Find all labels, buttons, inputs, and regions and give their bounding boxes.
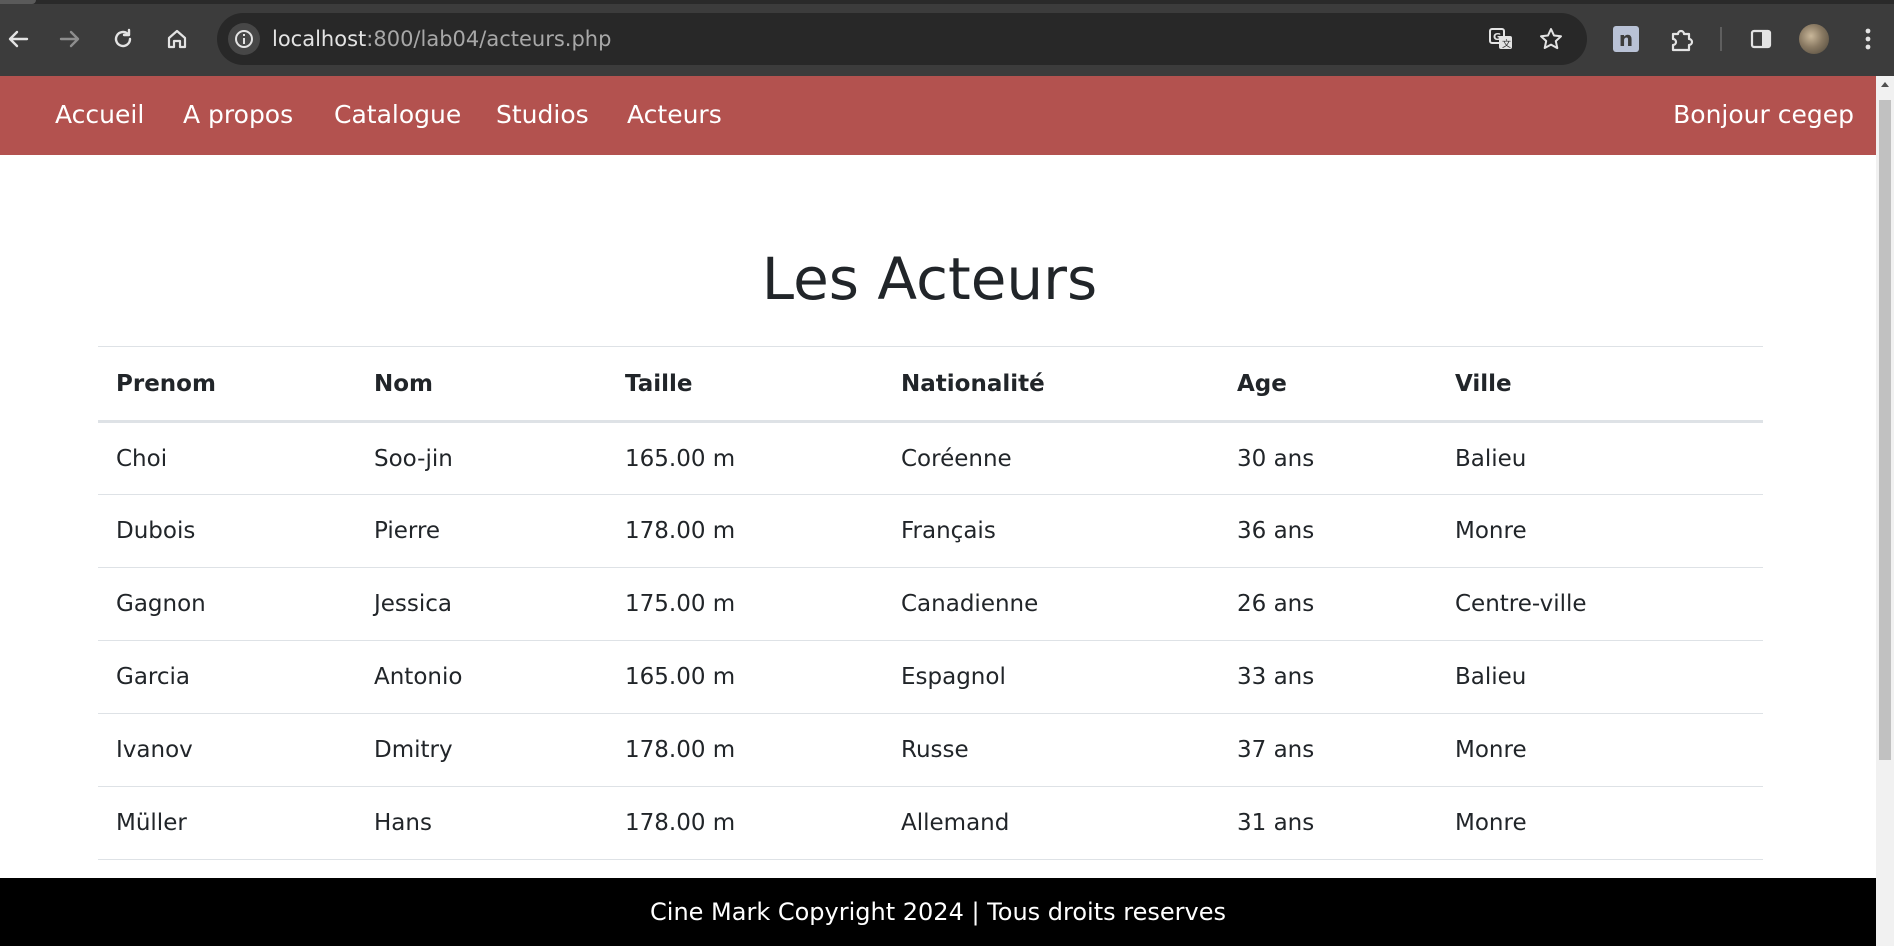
table-row: Garcia Antonio 165.00 m Espagnol 33 ans … [98, 640, 1763, 714]
address-bar[interactable]: localhost:800/lab04/acteurs.php G文 [217, 13, 1587, 65]
cell-taille: 178.00 m [607, 713, 883, 787]
actors-table: Prenom Nom Taille Nationalité Age Ville … [98, 346, 1763, 860]
cell-nationalite: Espagnol [883, 640, 1219, 714]
site-footer: Cine Mark Copyright 2024 | Tous droits r… [0, 878, 1876, 946]
column-header-ville: Ville [1437, 346, 1763, 423]
cell-taille: 178.00 m [607, 786, 883, 860]
cell-taille: 178.00 m [607, 494, 883, 568]
column-header-prenom: Prenom [98, 346, 356, 423]
cell-taille: 165.00 m [607, 640, 883, 714]
url-path: :800/lab04/acteurs.php [366, 27, 612, 51]
cell-nationalite: Allemand [883, 786, 1219, 860]
page-title: Les Acteurs [761, 245, 1098, 313]
table-row: Gagnon Jessica 175.00 m Canadienne 26 an… [98, 567, 1763, 641]
nav-link-studios[interactable]: Studios [496, 100, 589, 130]
browser-toolbar: localhost:800/lab04/acteurs.php G文 n [0, 0, 1894, 76]
column-header-age: Age [1219, 346, 1437, 423]
cell-nom: Soo-jin [356, 421, 607, 495]
tab-strip [0, 0, 1894, 4]
avatar [1799, 24, 1829, 54]
cell-prenom: Ivanov [98, 713, 356, 787]
home-icon[interactable] [159, 21, 195, 57]
cell-nom: Hans [356, 786, 607, 860]
more-menu-icon[interactable] [1852, 21, 1884, 57]
active-tab[interactable] [0, 0, 36, 4]
bookmark-star-icon[interactable] [1537, 25, 1565, 53]
nav-link-accueil[interactable]: Accueil [55, 100, 144, 130]
cell-nom: Pierre [356, 494, 607, 568]
cell-nationalite: Russe [883, 713, 1219, 787]
extensions-puzzle-icon[interactable] [1664, 21, 1700, 57]
cell-age: 33 ans [1219, 640, 1437, 714]
site-navbar: Accueil A propos Catalogue Studios Acteu… [0, 76, 1876, 155]
cell-ville: Balieu [1437, 421, 1763, 495]
extension-n-icon[interactable]: n [1608, 21, 1644, 57]
cell-age: 26 ans [1219, 567, 1437, 641]
table-header-row: Prenom Nom Taille Nationalité Age Ville [98, 346, 1763, 423]
cell-ville: Monre [1437, 786, 1763, 860]
cell-taille: 175.00 m [607, 567, 883, 641]
cell-ville: Monre [1437, 713, 1763, 787]
cell-ville: Monre [1437, 494, 1763, 568]
cell-nationalite: Canadienne [883, 567, 1219, 641]
extension-n-label: n [1613, 26, 1639, 52]
reload-icon[interactable] [105, 21, 141, 57]
nav-link-acteurs[interactable]: Acteurs [627, 100, 722, 130]
footer-copyright-text: Cine Mark Copyright 2024 | Tous droits r… [650, 898, 1226, 926]
site-info-icon[interactable] [228, 23, 260, 55]
side-panel-icon[interactable] [1743, 21, 1779, 57]
cell-prenom: Gagnon [98, 567, 356, 641]
cell-ville: Balieu [1437, 640, 1763, 714]
nav-link-a-propos[interactable]: A propos [183, 100, 293, 130]
url-host: localhost [272, 27, 367, 51]
cell-prenom: Müller [98, 786, 356, 860]
cell-nom: Dmitry [356, 713, 607, 787]
column-header-nationalite: Nationalité [883, 346, 1219, 423]
url-text[interactable]: localhost:800/lab04/acteurs.php [272, 26, 611, 52]
svg-text:文: 文 [1502, 38, 1511, 50]
page-viewport: Accueil A propos Catalogue Studios Acteu… [0, 76, 1876, 946]
cell-age: 31 ans [1219, 786, 1437, 860]
back-arrow-icon[interactable] [0, 21, 36, 57]
toolbar-separator [1720, 27, 1722, 51]
column-header-taille: Taille [607, 346, 883, 423]
forward-arrow-icon[interactable] [52, 21, 88, 57]
cell-prenom: Dubois [98, 494, 356, 568]
table-row: Ivanov Dmitry 178.00 m Russe 37 ans Monr… [98, 713, 1763, 787]
user-greeting-link[interactable]: Bonjour cegep [1673, 100, 1854, 130]
cell-nationalite: Français [883, 494, 1219, 568]
nav-link-catalogue[interactable]: Catalogue [334, 100, 461, 130]
cell-age: 30 ans [1219, 421, 1437, 495]
table-row: Dubois Pierre 178.00 m Français 36 ans M… [98, 494, 1763, 568]
scrollbar-thumb[interactable] [1879, 100, 1891, 760]
scroll-up-arrow-icon[interactable] [1881, 82, 1889, 87]
cell-nom: Jessica [356, 567, 607, 641]
profile-avatar[interactable] [1796, 21, 1832, 57]
table-row: Choi Soo-jin 165.00 m Coréenne 30 ans Ba… [98, 421, 1763, 495]
page-scrollbar[interactable] [1876, 76, 1894, 946]
cell-prenom: Garcia [98, 640, 356, 714]
column-header-nom: Nom [356, 346, 607, 423]
cell-prenom: Choi [98, 421, 356, 495]
cell-age: 36 ans [1219, 494, 1437, 568]
cell-age: 37 ans [1219, 713, 1437, 787]
table-row: Müller Hans 178.00 m Allemand 31 ans Mon… [98, 786, 1763, 860]
cell-nom: Antonio [356, 640, 607, 714]
cell-taille: 165.00 m [607, 421, 883, 495]
cell-ville: Centre-ville [1437, 567, 1763, 641]
cell-nationalite: Coréenne [883, 421, 1219, 495]
translate-icon[interactable]: G文 [1487, 25, 1515, 53]
